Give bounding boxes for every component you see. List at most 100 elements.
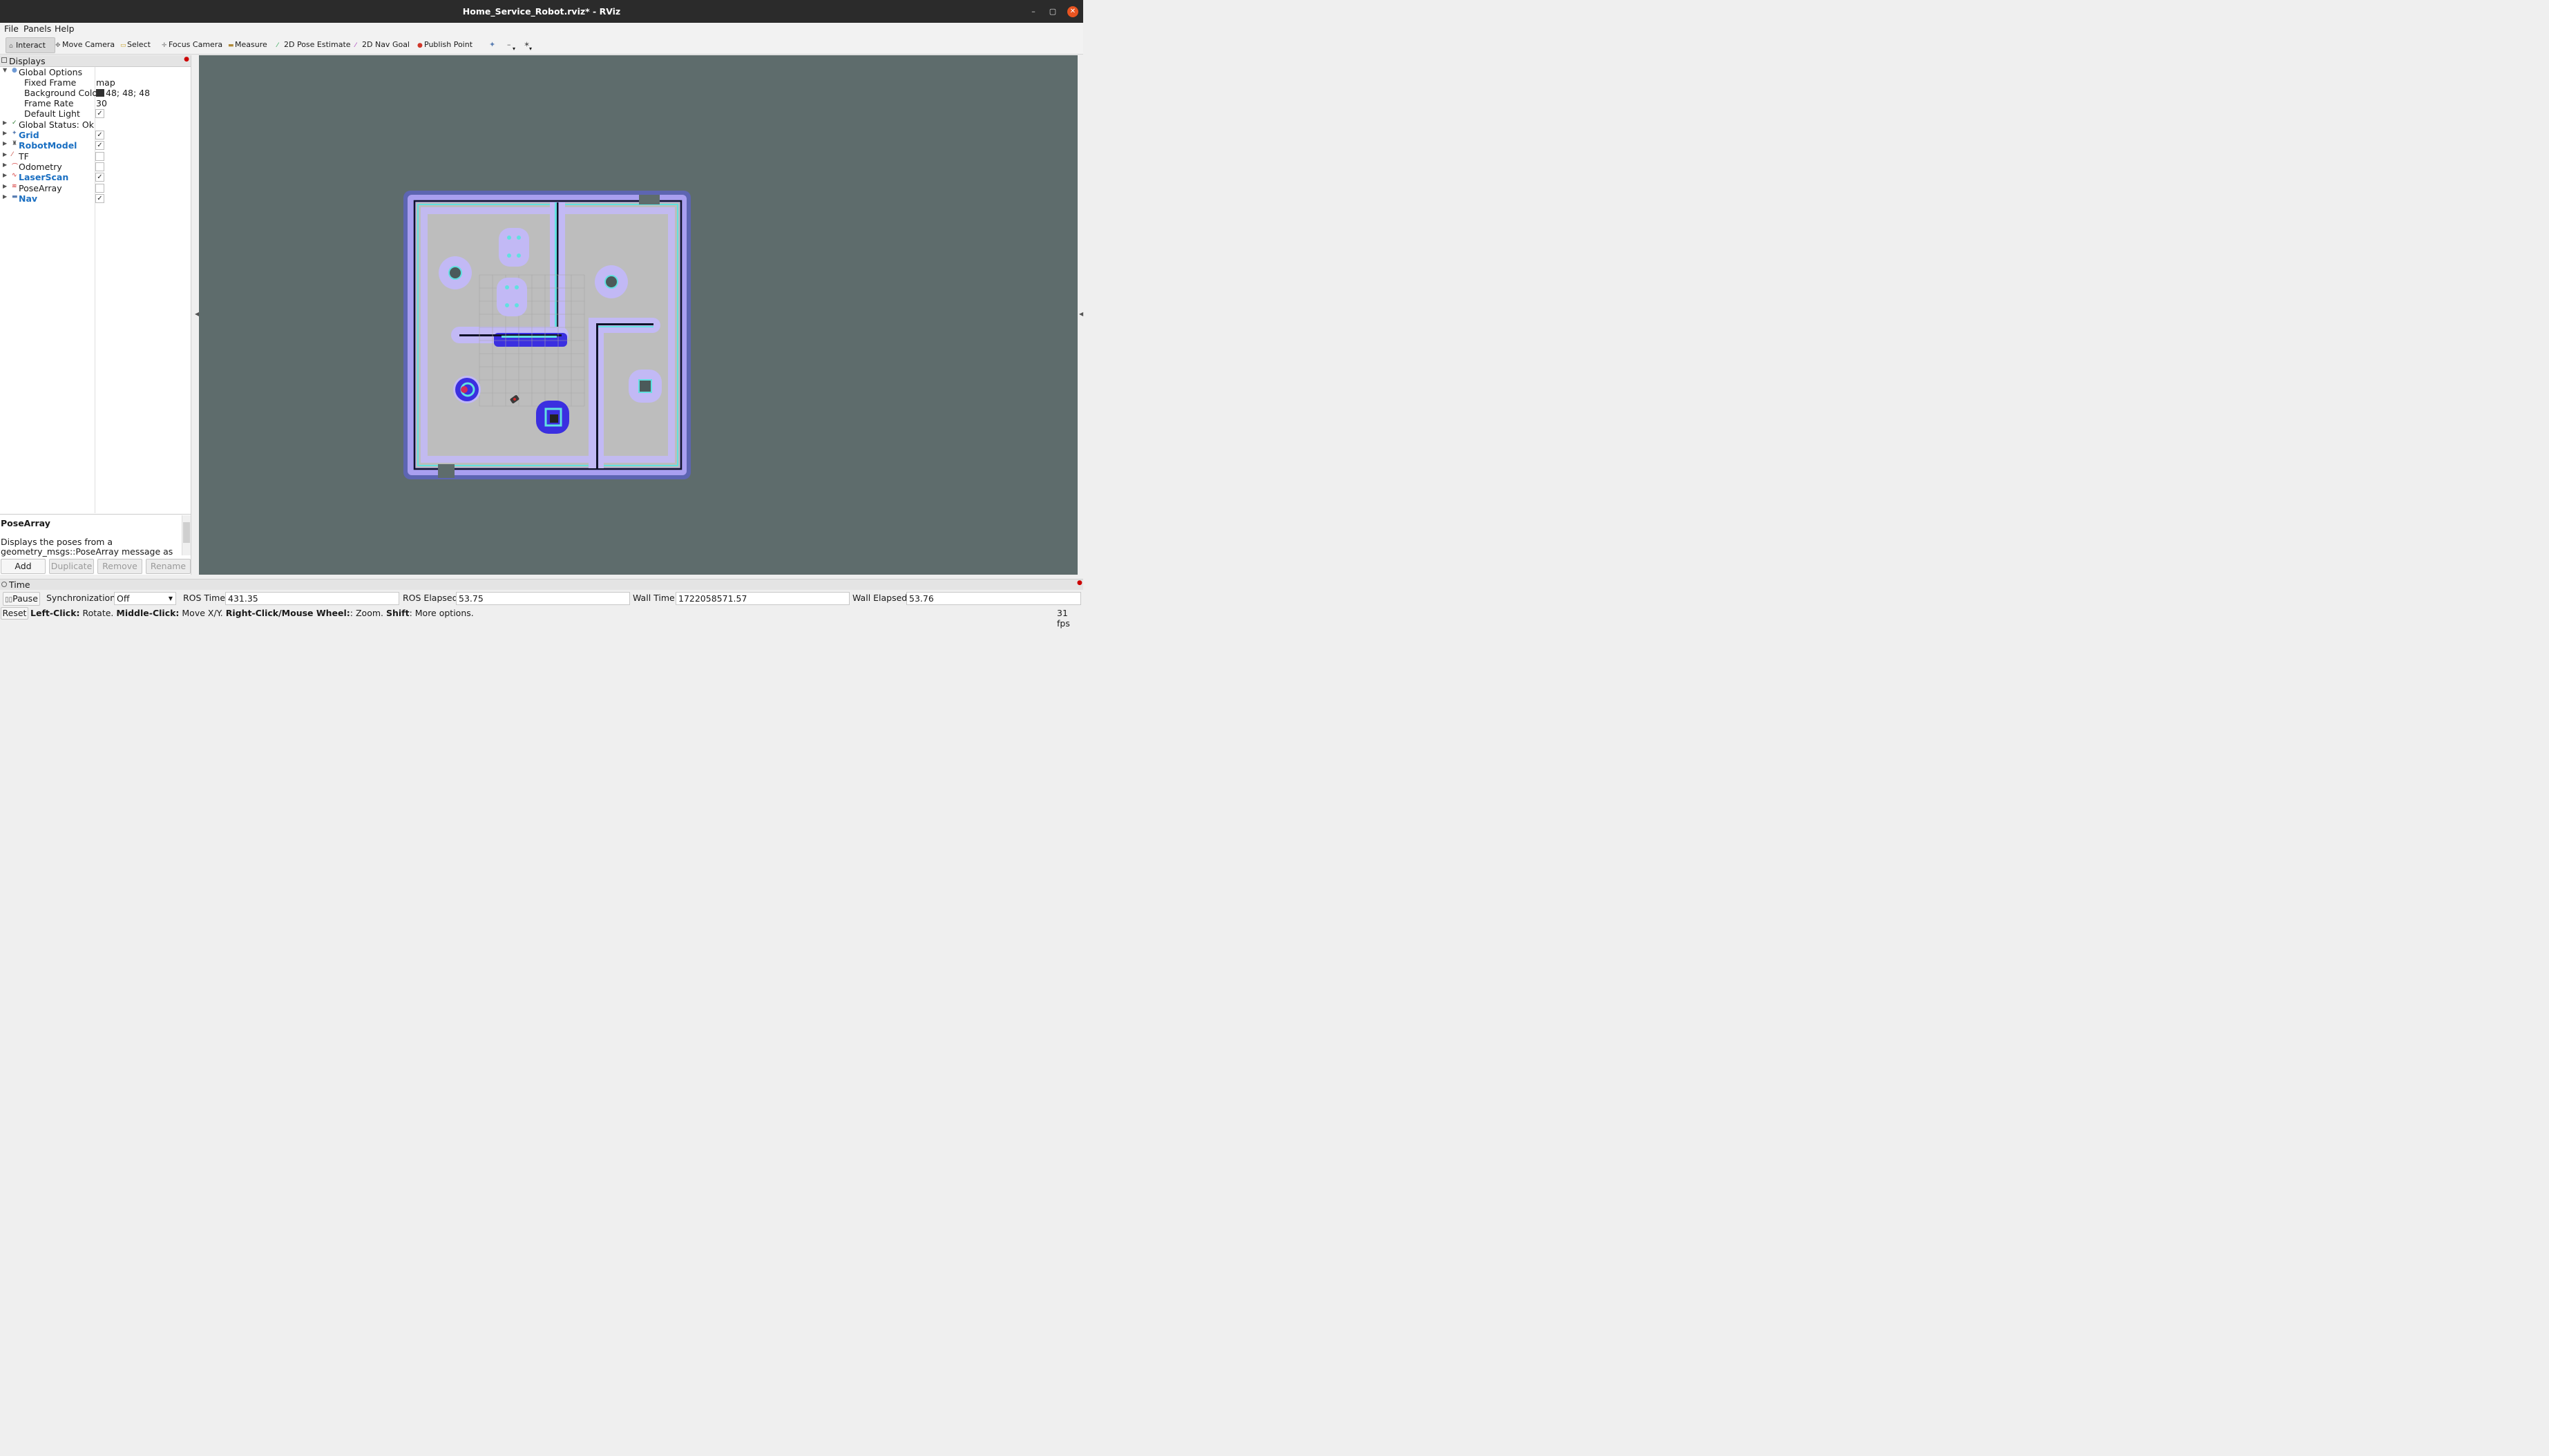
tree-row-robotmodel[interactable]: ▶ ♜ RobotModel ✓: [0, 140, 191, 151]
reset-button[interactable]: Reset: [1, 607, 28, 620]
cursor-icon: ⌂: [9, 43, 13, 50]
tree-row-laserscan[interactable]: ▶ ∿ LaserScan ✓: [0, 172, 191, 182]
display-enable-checkbox[interactable]: [95, 183, 104, 193]
select-icon: ▭: [120, 42, 126, 49]
expand-arrow-icon[interactable]: ▶: [3, 151, 7, 157]
wall-time-field[interactable]: 1722058571.57: [676, 592, 850, 605]
fixed-frame-value[interactable]: map: [96, 77, 115, 88]
displays-panel: Displays ● ▼ ● Global Options Fixed Fram…: [0, 55, 191, 575]
time-panel: Time ● ▯▯Pause Synchronization: Off ▼ RO…: [0, 579, 1083, 629]
purple-arrow-icon: ⁄: [355, 42, 356, 49]
panel-close-icon[interactable]: ●: [184, 56, 189, 63]
sync-label: Synchronization:: [46, 593, 119, 603]
display-enable-checkbox[interactable]: ✓: [95, 131, 104, 140]
display-name: RobotModel: [19, 140, 77, 151]
tree-row-global-status[interactable]: ▶ ✓ Global Status: Ok: [0, 119, 191, 130]
display-enable-checkbox[interactable]: ✓: [95, 173, 104, 182]
menu-file[interactable]: File: [4, 23, 19, 34]
expand-arrow-icon[interactable]: ▶: [3, 183, 7, 189]
sync-select[interactable]: Off ▼: [114, 592, 176, 605]
expand-right-icon[interactable]: ◀: [1079, 311, 1083, 317]
right-panel-collapse-handle[interactable]: ◀: [1078, 55, 1083, 575]
laserscan-icon: ∿: [12, 172, 17, 180]
table-1-halo: [499, 228, 529, 267]
ros-time-label: ROS Time:: [183, 593, 229, 603]
pause-icon: ▯▯: [5, 596, 13, 604]
checkmark-icon: ✓: [12, 119, 17, 126]
tree-row-fixed-frame[interactable]: Fixed Frame map: [0, 77, 191, 88]
add-tool-icon[interactable]: ✦: [486, 37, 495, 52]
publish-point-tool-button[interactable]: ● Publish Point: [414, 37, 472, 52]
ros-time-field[interactable]: 431.35: [225, 592, 399, 605]
frame-rate-value[interactable]: 30: [96, 98, 107, 108]
left-panel-collapse-handle[interactable]: ◀: [191, 55, 199, 575]
select-tool-button[interactable]: ▭Select: [117, 37, 151, 52]
add-button[interactable]: Add: [1, 559, 46, 574]
odometry-icon: ⌒: [12, 163, 19, 171]
tf-icon: ⁄: [12, 151, 13, 158]
divider-wall-inflation: [555, 202, 557, 336]
panel-float-icon[interactable]: [1, 582, 7, 587]
ros-elapsed-field[interactable]: 53.75: [456, 592, 630, 605]
displays-tree: ▼ ● Global Options Fixed Frame map Backg…: [0, 67, 191, 513]
tool-properties-dropdown-icon[interactable]: ▾: [526, 41, 532, 56]
remove-button[interactable]: Remove: [97, 559, 142, 574]
expand-arrow-icon[interactable]: ▶: [3, 162, 7, 168]
time-panel-title: Time: [9, 579, 30, 590]
display-enable-checkbox[interactable]: ✓: [95, 141, 104, 151]
display-enable-checkbox[interactable]: [95, 162, 104, 171]
menubar: File Panels Help: [0, 23, 1083, 35]
wall-elapsed-field[interactable]: 53.76: [906, 592, 1081, 605]
display-name: Nav: [19, 193, 38, 204]
focus-camera-tool-button[interactable]: ✛ Focus Camera: [159, 37, 222, 52]
description-box: PoseArray Displays the poses from a geom…: [0, 514, 191, 566]
tree-row-global-options[interactable]: ▼ ● Global Options: [0, 67, 191, 77]
tree-row-odometry[interactable]: ▶ ⌒ Odometry: [0, 162, 191, 172]
panel-float-icon[interactable]: [1, 57, 7, 63]
l-wall-side: [596, 323, 598, 468]
globe-icon: ●: [12, 67, 17, 74]
tree-row-tf[interactable]: ▶ ⁄ TF: [0, 151, 191, 162]
background-color-value[interactable]: 48; 48; 48: [96, 88, 150, 98]
default-light-checkbox[interactable]: ✓: [95, 109, 104, 118]
display-enable-checkbox[interactable]: ✓: [95, 193, 104, 203]
maximize-icon[interactable]: ▢: [1047, 6, 1058, 17]
minimize-icon[interactable]: –: [1028, 6, 1039, 17]
render-viewport[interactable]: [199, 55, 1078, 575]
close-icon[interactable]: ✕: [1067, 6, 1078, 17]
display-name: Odometry: [19, 161, 62, 172]
display-name: TF: [19, 151, 29, 162]
pause-button[interactable]: ▯▯Pause: [3, 592, 40, 606]
nav-goal-tool-button[interactable]: ⁄ 2D Nav Goal: [352, 37, 410, 52]
scrollbar-thumb[interactable]: [183, 522, 190, 543]
display-enable-checkbox[interactable]: [95, 151, 104, 161]
tool-dropdown-icon[interactable]: ▾: [510, 41, 515, 56]
ruler-icon: ▬: [228, 42, 234, 49]
expand-arrow-icon[interactable]: ▶: [3, 140, 7, 146]
time-panel-close-icon[interactable]: ●: [1077, 579, 1082, 586]
tree-row-frame-rate[interactable]: Frame Rate 30: [0, 98, 191, 108]
pose-estimate-tool-button[interactable]: ⁄ 2D Pose Estimate: [274, 37, 351, 52]
toolbar: ⌂ Interact ✥ Move Camera ▭Select ✛ Focus Ca…: [0, 35, 1083, 55]
expand-arrow-icon[interactable]: ▶: [3, 172, 7, 178]
table-2-halo: [497, 278, 527, 316]
tree-row-background-color[interactable]: Background Color 48; 48; 48: [0, 88, 191, 98]
tree-row-grid[interactable]: ▶ ✦ Grid ✓: [0, 130, 191, 140]
collapse-arrow-icon[interactable]: ▼: [3, 67, 7, 73]
tree-row-default-light[interactable]: Default Light ✓: [0, 108, 191, 119]
menu-help[interactable]: Help: [55, 23, 75, 34]
rename-button[interactable]: Rename: [146, 559, 191, 574]
tree-row-posearray[interactable]: ▶ ≋ PoseArray: [0, 183, 191, 193]
expand-arrow-icon[interactable]: ▶: [3, 193, 7, 200]
expand-arrow-icon[interactable]: ▶: [3, 119, 7, 126]
measure-tool-button[interactable]: ▬Measure: [225, 37, 267, 52]
interact-tool-button[interactable]: ⌂ Interact: [6, 37, 55, 53]
description-scrollbar[interactable]: [182, 515, 191, 555]
menu-panels[interactable]: Panels: [23, 23, 51, 34]
duplicate-button[interactable]: Duplicate: [49, 559, 94, 574]
bottom-gap: [438, 464, 455, 478]
top-gap: [639, 195, 660, 204]
move-camera-tool-button[interactable]: ✥ Move Camera: [52, 37, 115, 52]
expand-arrow-icon[interactable]: ▶: [3, 130, 7, 136]
tree-row-nav[interactable]: ▶ ▬ Nav ✓: [0, 193, 191, 204]
